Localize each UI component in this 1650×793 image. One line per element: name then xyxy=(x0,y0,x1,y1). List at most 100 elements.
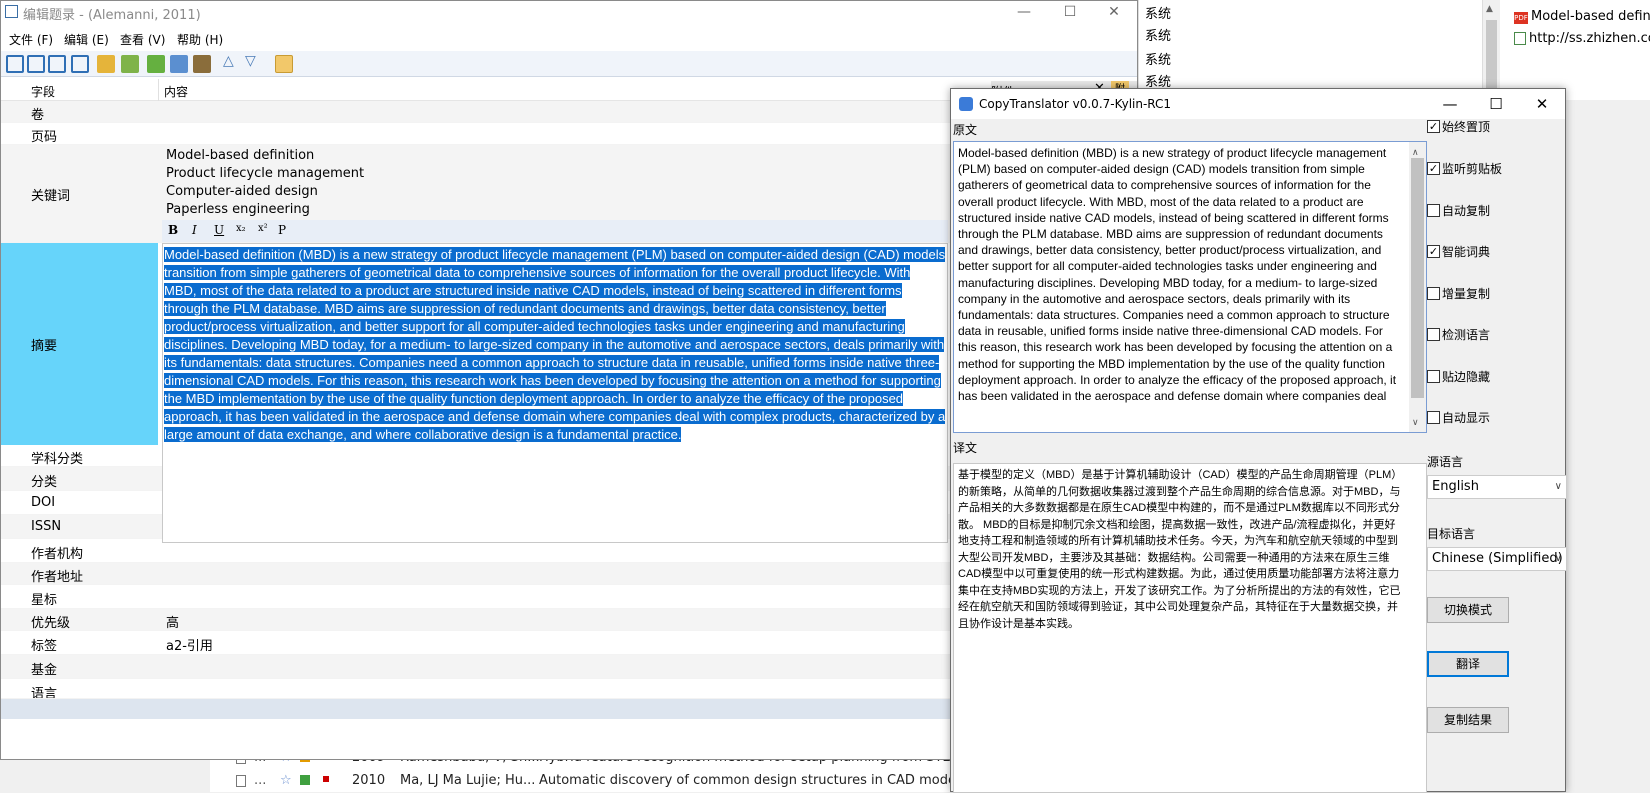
flag-icon xyxy=(300,775,310,785)
format-toolbar: B I U x₂ x² P xyxy=(162,220,948,242)
abstract-row-label[interactable]: 摘要 xyxy=(1,243,158,445)
row-stars[interactable]: 星标 xyxy=(1,585,976,609)
checkbox-icon[interactable] xyxy=(1427,204,1440,217)
row-fund[interactable]: 基金 xyxy=(1,655,976,679)
column-field[interactable]: 字段 xyxy=(31,83,55,100)
tree-item[interactable]: 系统 xyxy=(1145,4,1171,26)
grid-header: 字段 内容 xyxy=(1,79,976,101)
checkbox-icon[interactable] xyxy=(1427,328,1440,341)
tree-item[interactable]: 系统 xyxy=(1145,50,1171,72)
record-authors: Ma, LJ Ma Lujie; Hu... xyxy=(400,773,536,788)
new-icon[interactable] xyxy=(6,55,24,73)
move-up-icon[interactable]: △ xyxy=(223,53,234,69)
window-icon xyxy=(5,5,18,18)
menu-help[interactable]: 帮助 (H) xyxy=(177,31,223,48)
source-text: Model-based definition (MBD) is a new st… xyxy=(958,146,1397,404)
attachment-list: PDFModel-based definition http://ss.zhiz… xyxy=(1508,0,1650,100)
save-close-icon[interactable] xyxy=(48,55,66,73)
save-icon[interactable] xyxy=(27,55,45,73)
record-year: 2010 xyxy=(352,773,386,788)
record-row[interactable]: ... ☆ 2010 Ma, LJ Ma Lujie; Hu... Automa… xyxy=(210,769,1010,792)
subscript-button[interactable]: x₂ xyxy=(236,223,246,234)
translator-titlebar: CopyTranslator v0.0.7-Kylin-RC1 — ☐ ✕ xyxy=(951,89,1565,119)
scroll-up-icon[interactable]: ▲ xyxy=(1486,4,1493,14)
row-language[interactable]: 语言 xyxy=(1,679,976,699)
attachment-item[interactable]: PDFModel-based definition xyxy=(1514,6,1650,28)
target-language-select[interactable]: Chinese (Simplified) ∨ xyxy=(1427,547,1567,571)
more-icon: ... xyxy=(254,773,267,788)
source-scrollbar[interactable]: ∧ ∨ xyxy=(1409,142,1426,432)
source-label: 原文 xyxy=(953,123,978,137)
toolbar: △ ▽ xyxy=(1,51,1137,77)
switch-mode-button[interactable]: 切换模式 xyxy=(1427,597,1509,623)
edit-icon[interactable] xyxy=(97,55,115,73)
target-text: 基于模型的定义（MBD）是基于计算机辅助设计（CAD）模型的产品生命周期管理（P… xyxy=(958,469,1401,630)
checkbox-icon[interactable] xyxy=(1427,287,1440,300)
source-textarea[interactable]: Model-based definition (MBD) is a new st… xyxy=(953,141,1427,433)
chart-icon[interactable] xyxy=(121,55,139,73)
document-icon xyxy=(236,775,246,787)
row-address[interactable]: 作者地址 xyxy=(1,563,976,585)
keyword-item: Paperless engineering xyxy=(166,202,310,217)
underline-button[interactable]: U xyxy=(214,223,224,237)
checkbox-icon[interactable]: ✓ xyxy=(1427,162,1440,175)
menu-edit[interactable]: 编辑 (E) xyxy=(64,31,109,48)
plain-button[interactable]: P xyxy=(278,223,286,237)
source-language-label: 源语言 xyxy=(1427,455,1464,469)
pdf-icon: PDF xyxy=(1514,12,1528,24)
close-icon[interactable]: ✕ xyxy=(1091,1,1137,23)
move-down-icon[interactable]: ▽ xyxy=(245,53,256,69)
minimize-icon[interactable]: — xyxy=(1427,89,1473,119)
maximize-icon[interactable]: ☐ xyxy=(1473,89,1519,119)
minimize-icon[interactable]: — xyxy=(1001,1,1047,23)
translator-title: CopyTranslator v0.0.7-Kylin-RC1 xyxy=(979,97,1172,111)
highlight-icon[interactable] xyxy=(275,55,293,73)
keyword-item: Computer-aided design xyxy=(166,184,318,199)
book-icon[interactable] xyxy=(193,55,211,73)
column-content[interactable]: 内容 xyxy=(164,83,188,100)
editor-titlebar: 编辑题录 - (Alemanni, 2011) — ☐ ✕ xyxy=(1,1,1137,23)
target-language-label: 目标语言 xyxy=(1427,527,1476,541)
close-icon[interactable]: ✕ xyxy=(1519,89,1565,119)
priority-value: 高 xyxy=(166,616,180,631)
bold-button[interactable]: B xyxy=(168,223,178,237)
superscript-button[interactable]: x² xyxy=(258,223,268,234)
target-label: 译文 xyxy=(953,441,978,455)
target-scrollbar[interactable] xyxy=(1409,464,1426,792)
scroll-down-icon[interactable]: ∨ xyxy=(1412,414,1419,430)
pin-icon[interactable] xyxy=(170,55,188,73)
menu-view[interactable]: 查看 (V) xyxy=(120,31,165,48)
maximize-icon[interactable]: ☐ xyxy=(1047,1,1093,23)
link-icon xyxy=(1514,32,1526,45)
italic-button[interactable]: I xyxy=(192,223,197,237)
target-textarea[interactable]: 基于模型的定义（MBD）是基于计算机辅助设计（CAD）模型的产品生命周期管理（P… xyxy=(953,463,1427,793)
abstract-editor[interactable]: Model-based definition (MBD) is a new st… xyxy=(162,243,948,543)
source-language-select[interactable]: English ∨ xyxy=(1427,475,1567,499)
tree-item[interactable]: 系统 xyxy=(1145,26,1171,48)
row-tags[interactable]: 标签 a2-引用 xyxy=(1,631,976,655)
record-title: Automatic discovery of common design str… xyxy=(539,773,971,788)
grid-icon[interactable] xyxy=(147,55,165,73)
print-icon[interactable] xyxy=(71,55,89,73)
priority-icon xyxy=(323,776,329,782)
checkbox-icon[interactable] xyxy=(1427,370,1440,383)
translator-app-icon xyxy=(959,97,973,111)
menu-file[interactable]: 文件 (F) xyxy=(9,31,53,48)
menu-bar: 文件 (F) 编辑 (E) 查看 (V) 帮助 (H) xyxy=(1,27,1137,51)
row-volume[interactable]: 卷 xyxy=(1,101,976,123)
window-title: 编辑题录 - (Alemanni, 2011) xyxy=(23,8,201,23)
copytranslator-window: CopyTranslator v0.0.7-Kylin-RC1 — ☐ ✕ 原文… xyxy=(950,88,1567,793)
translate-button[interactable]: 翻译 xyxy=(1427,651,1509,677)
checkbox-icon[interactable] xyxy=(1427,411,1440,424)
chevron-down-icon: ∨ xyxy=(1554,481,1562,492)
row-priority[interactable]: 优先级 高 xyxy=(1,609,976,631)
attachment-item[interactable]: http://ss.zhizhen.com xyxy=(1514,28,1650,50)
tags-value: a2-引用 xyxy=(166,639,213,654)
scroll-thumb[interactable] xyxy=(1411,158,1424,398)
copy-result-button[interactable]: 复制结果 xyxy=(1427,707,1509,733)
keyword-item: Product lifecycle management xyxy=(166,166,365,181)
row-pages[interactable]: 页码 xyxy=(1,123,976,145)
checkbox-icon[interactable]: ✓ xyxy=(1427,245,1440,258)
star-icon[interactable]: ☆ xyxy=(280,769,292,792)
checkbox-icon[interactable]: ✓ xyxy=(1427,120,1440,133)
